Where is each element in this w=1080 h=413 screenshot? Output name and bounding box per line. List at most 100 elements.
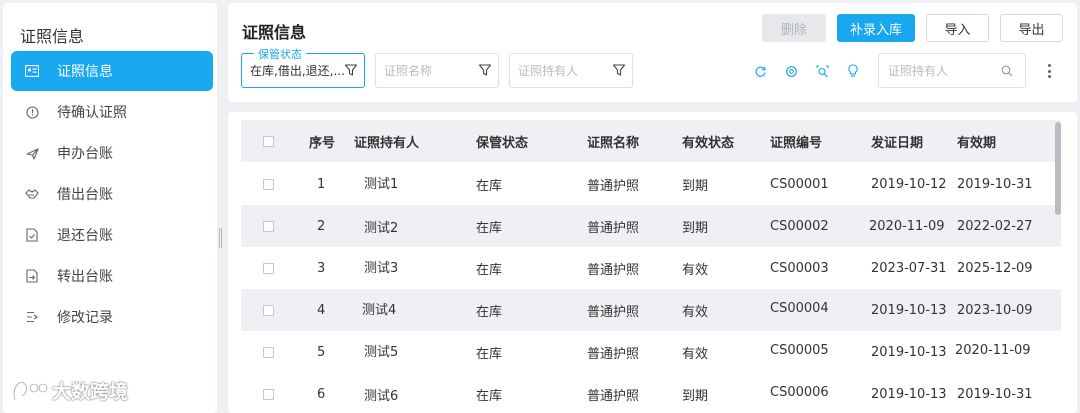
sidebar-item-lending-ledger[interactable]: 借出台账 (11, 174, 213, 214)
row-checkbox[interactable] (263, 205, 274, 247)
sidebar-item-label: 借出台账 (57, 187, 113, 203)
cell-license-number: CS00003 (770, 260, 829, 276)
table-row[interactable]: 6 测试6 在库 普通护照 到期 CS00006 2019-10-13 2019… (241, 373, 1061, 413)
license-holder-filter[interactable]: 证照持有人 (509, 53, 633, 88)
column-header-index: 序号 (309, 135, 336, 151)
cell-validity: 到期 (682, 388, 709, 404)
cell-custody-status: 在库 (476, 346, 503, 362)
column-header-issue-date: 发证日期 (871, 135, 924, 151)
table-row[interactable]: 3 测试3 在库 普通护照 有效 CS00003 2023-07-31 2025… (241, 247, 1061, 289)
sidebar: 证照信息 证照信息 待确认证照 申办台账 借出台账 退还台账 转出台账 修改记录 (3, 3, 217, 413)
custody-status-filter[interactable]: 保管状态 在库,借出,退还,... (241, 46, 365, 88)
sidebar-item-transfer-ledger[interactable]: 转出台账 (11, 256, 213, 296)
cell-holder: 测试3 (364, 260, 399, 276)
cell-license-name: 普通护照 (587, 388, 640, 404)
supplement-entry-button[interactable]: 补录入库 (837, 14, 915, 42)
column-header-license-number: 证照编号 (770, 135, 823, 151)
table-header: 序号 证照持有人 保管状态 证照名称 有效状态 证照编号 发证日期 有效期 (241, 120, 1061, 162)
sidebar-item-license-info[interactable]: 证照信息 (11, 51, 213, 91)
sidebar-item-label: 修改记录 (57, 310, 113, 326)
more-options-icon[interactable] (1043, 61, 1055, 81)
search-icon[interactable] (1001, 65, 1013, 80)
cell-holder: 测试1 (364, 176, 399, 192)
table-scrollbar[interactable] (1055, 122, 1061, 215)
cell-index: 1 (317, 176, 326, 192)
column-header-validity: 有效状态 (682, 135, 735, 151)
filter-panel: 证照信息 删除 补录入库 导入 导出 保管状态 在库,借出,退还,... 证照名… (228, 3, 1077, 102)
sidebar-item-label: 申办台账 (57, 146, 113, 162)
table-row[interactable]: 4 测试4 在库 普通护照 有效 CS00004 2019-10-13 2023… (241, 289, 1061, 331)
cell-license-number: CS00001 (770, 176, 829, 192)
refresh-icon[interactable] (752, 63, 768, 79)
license-holder-placeholder: 证照持有人 (518, 64, 579, 78)
watermark-text: 大数跨境 (52, 381, 129, 403)
cell-custody-status: 在库 (476, 262, 503, 278)
cell-license-name: 普通护照 (587, 346, 640, 362)
cell-custody-status: 在库 (476, 304, 503, 320)
row-checkbox[interactable] (263, 331, 274, 373)
delete-button[interactable]: 删除 (762, 14, 826, 42)
custody-status-legend: 保管状态 (254, 46, 306, 62)
table-row[interactable]: 2 测试2 在库 普通护照 到期 CS00002 2020-11-09 2022… (241, 205, 1061, 247)
custody-status-value: 在库,借出,退还,... (250, 64, 345, 78)
filter-funnel-icon[interactable] (612, 63, 626, 77)
license-name-filter[interactable]: 证照名称 (375, 53, 499, 88)
cell-holder: 测试5 (364, 344, 399, 360)
document-return-icon (25, 228, 39, 242)
column-header-custody-status: 保管状态 (476, 135, 529, 151)
sidebar-item-application-ledger[interactable]: 申办台账 (11, 133, 213, 173)
cell-license-name: 普通护照 (587, 262, 640, 278)
sidebar-item-label: 转出台账 (57, 269, 113, 285)
cell-expiry: 2020-11-09 (955, 342, 1031, 358)
cell-index: 2 (317, 218, 326, 234)
zoom-icon[interactable] (814, 63, 830, 79)
search-placeholder: 证照持有人 (888, 64, 949, 78)
cell-license-number: CS00004 (770, 300, 829, 316)
select-all-checkbox[interactable] (263, 120, 274, 162)
row-checkbox[interactable] (263, 163, 274, 205)
cell-custody-status: 在库 (476, 220, 503, 236)
cell-validity: 有效 (682, 346, 709, 362)
cell-license-name: 普通护照 (587, 304, 640, 320)
sidebar-item-label: 待确认证照 (57, 105, 127, 121)
cell-index: 6 (317, 386, 326, 402)
export-button[interactable]: 导出 (1000, 14, 1063, 42)
holder-search-input[interactable]: 证照持有人 (878, 53, 1026, 88)
import-button[interactable]: 导入 (926, 14, 989, 42)
cell-validity: 到期 (682, 178, 709, 194)
handshake-icon (25, 187, 39, 201)
cell-validity: 有效 (682, 262, 709, 278)
row-checkbox[interactable] (263, 373, 274, 413)
settings-icon[interactable] (783, 63, 799, 79)
cell-issue-date: 2020-11-09 (869, 218, 945, 234)
sidebar-item-return-ledger[interactable]: 退还台账 (11, 215, 213, 255)
lightbulb-icon[interactable] (845, 63, 861, 79)
cell-issue-date: 2019-10-13 (871, 386, 947, 402)
cell-expiry: 2023-10-09 (957, 302, 1033, 318)
alert-circle-icon (25, 105, 39, 119)
sidebar-title: 证照信息 (20, 27, 85, 46)
cell-issue-date: 2019-10-12 (871, 176, 947, 192)
row-checkbox[interactable] (263, 247, 274, 289)
watermark: 大数跨境 (10, 377, 128, 404)
cell-expiry: 2019-10-31 (957, 176, 1033, 192)
cell-holder: 测试4 (362, 302, 397, 318)
cell-license-name: 普通护照 (587, 178, 640, 194)
sidebar-item-pending-confirm[interactable]: 待确认证照 (11, 92, 213, 132)
cell-license-number: CS00006 (770, 384, 829, 400)
cell-issue-date: 2019-10-13 (871, 344, 947, 360)
row-checkbox[interactable] (263, 289, 274, 331)
cell-expiry: 2019-10-31 (957, 386, 1033, 402)
cell-index: 3 (317, 260, 326, 276)
sidebar-item-edit-log[interactable]: 修改记录 (11, 297, 213, 337)
table-row[interactable]: 1 测试1 在库 普通护照 到期 CS00001 2019-10-12 2019… (241, 163, 1061, 205)
table-row[interactable]: 5 测试5 在库 普通护照 有效 CS00005 2019-10-13 2020… (241, 331, 1061, 373)
cell-issue-date: 2023-07-31 (871, 260, 947, 276)
column-header-expiry: 有效期 (957, 135, 997, 151)
cell-holder: 测试6 (364, 388, 399, 404)
filter-funnel-icon[interactable] (478, 63, 492, 77)
sidebar-resize-handle[interactable] (219, 228, 223, 248)
filter-funnel-icon[interactable] (344, 63, 358, 77)
sidebar-item-label: 证照信息 (57, 64, 113, 80)
cell-index: 4 (317, 302, 326, 318)
